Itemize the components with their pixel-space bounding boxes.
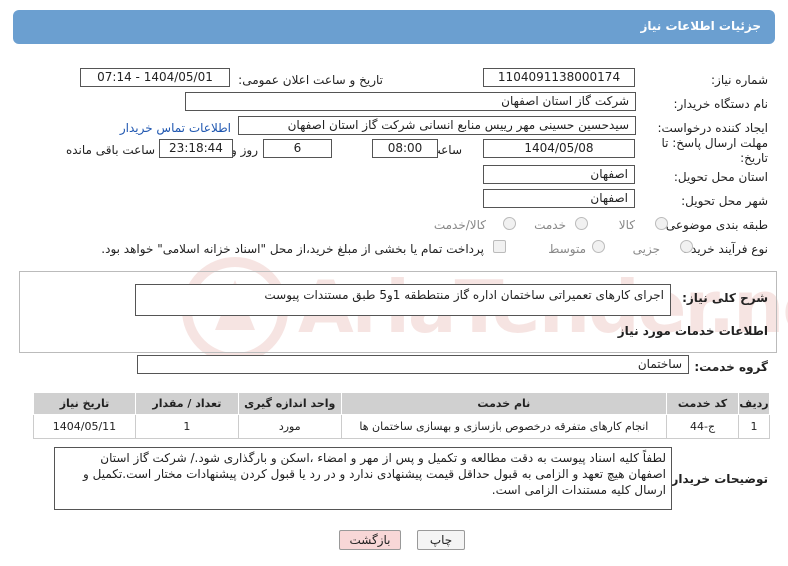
province-label: استان محل تحویل:	[673, 170, 768, 184]
service-group-label: گروه خدمت:	[694, 360, 768, 374]
buyer-org-field: شرکت گاز استان اصفهان	[185, 92, 636, 111]
deadline-time-field: 08:00	[372, 139, 438, 158]
category-radio-goods-service[interactable]	[503, 217, 516, 230]
deadline-date-field: 1404/05/08	[483, 139, 635, 158]
process-radio-medium[interactable]	[592, 240, 605, 253]
back-button[interactable]: بازگشت	[339, 530, 401, 550]
cell-unit: مورد	[237, 414, 342, 439]
announce-label: تاریخ و ساعت اعلان عمومی:	[238, 73, 383, 87]
col-row-number: ردیف	[738, 392, 770, 415]
contact-buyer-link[interactable]: اطلاعات تماس خریدار	[120, 121, 231, 135]
process-label: نوع فرآیند خرید :	[683, 242, 768, 256]
cell-quantity: 1	[134, 414, 239, 439]
category-radio-goods[interactable]	[655, 217, 668, 230]
creator-field: سیدحسین حسینی مهر رییس منابع انسانی شرکت…	[238, 116, 636, 135]
col-service-code: کد خدمت	[666, 392, 740, 415]
remaining-field: 23:18:44	[159, 139, 233, 158]
col-quantity: تعداد / مقدار	[134, 392, 239, 415]
col-need-date: تاریخ نیاز	[33, 392, 136, 415]
buyer-org-label: نام دستگاه خریدار:	[673, 97, 769, 111]
table-row: 1 ج-44 انجام کارهای متفرقه درخصوص بازساز…	[33, 414, 770, 439]
need-number-label: شماره نیاز:	[711, 73, 768, 87]
category-option-service: خدمت	[534, 218, 566, 232]
category-option-goods-service: کالا/خدمت	[433, 218, 486, 232]
days-field: 6	[263, 139, 332, 158]
deadline-label-1: مهلت ارسال پاسخ: تا	[661, 136, 768, 150]
description-label: شرح کلی نیاز:	[682, 291, 768, 305]
services-table-header: ردیف کد خدمت نام خدمت واحد اندازه گیری ت…	[33, 392, 770, 415]
announce-field: 1404/05/01 - 07:14	[80, 68, 230, 87]
cell-service-name: انجام کارهای متفرقه درخصوص بازسازی و بهس…	[340, 414, 668, 439]
deadline-label-2: تاریخ:	[740, 151, 768, 165]
days-label: روز و	[231, 143, 258, 157]
col-unit: واحد اندازه گیری	[237, 392, 342, 415]
payment-note: پرداخت تمام یا بخشی از مبلغ خرید،از محل …	[101, 242, 484, 256]
province-field: اصفهان	[483, 165, 635, 184]
remaining-label: ساعت باقی مانده	[65, 143, 155, 157]
buyer-notes-text: لطفاً کلیه اسناد پیوست به دقت مطالعه و ت…	[83, 451, 666, 497]
buyer-notes-textarea[interactable]: لطفاً کلیه اسناد پیوست به دقت مطالعه و ت…	[54, 447, 672, 510]
process-radio-minor[interactable]	[680, 240, 693, 253]
header-title: جزئیات اطلاعات نیاز	[640, 19, 761, 33]
services-table: ردیف کد خدمت نام خدمت واحد اندازه گیری ت…	[33, 392, 770, 439]
payment-checkbox[interactable]	[493, 240, 506, 253]
description-textarea[interactable]: اجرای کارهای تعمیراتی ساختمان اداره گاز …	[135, 284, 671, 316]
cell-need-date: 1404/05/11	[33, 414, 136, 439]
cell-service-code: ج-44	[666, 414, 740, 439]
col-service-name: نام خدمت	[340, 392, 668, 415]
services-section-title: اطلاعات خدمات مورد نیاز	[617, 324, 768, 338]
header-bar: جزئیات اطلاعات نیاز	[13, 10, 775, 44]
description-text: اجرای کارهای تعمیراتی ساختمان اداره گاز …	[264, 288, 664, 302]
process-option-medium: متوسط	[548, 242, 586, 256]
buyer-notes-label: توضیحات خریدار:	[666, 472, 768, 486]
print-button[interactable]: چاپ	[417, 530, 465, 550]
city-label: شهر محل تحویل:	[681, 194, 768, 208]
city-field: اصفهان	[483, 189, 635, 208]
service-group-field: ساختمان	[137, 355, 689, 374]
process-option-minor: جزیی	[632, 242, 660, 256]
creator-label: ایجاد کننده درخواست:	[657, 121, 768, 135]
category-option-goods: کالا	[618, 218, 635, 232]
cell-row-number: 1	[738, 414, 770, 439]
category-radio-service[interactable]	[575, 217, 588, 230]
need-number-field: 1104091138000174	[483, 68, 635, 87]
category-label: طبقه بندی موضوعی:	[661, 218, 768, 232]
